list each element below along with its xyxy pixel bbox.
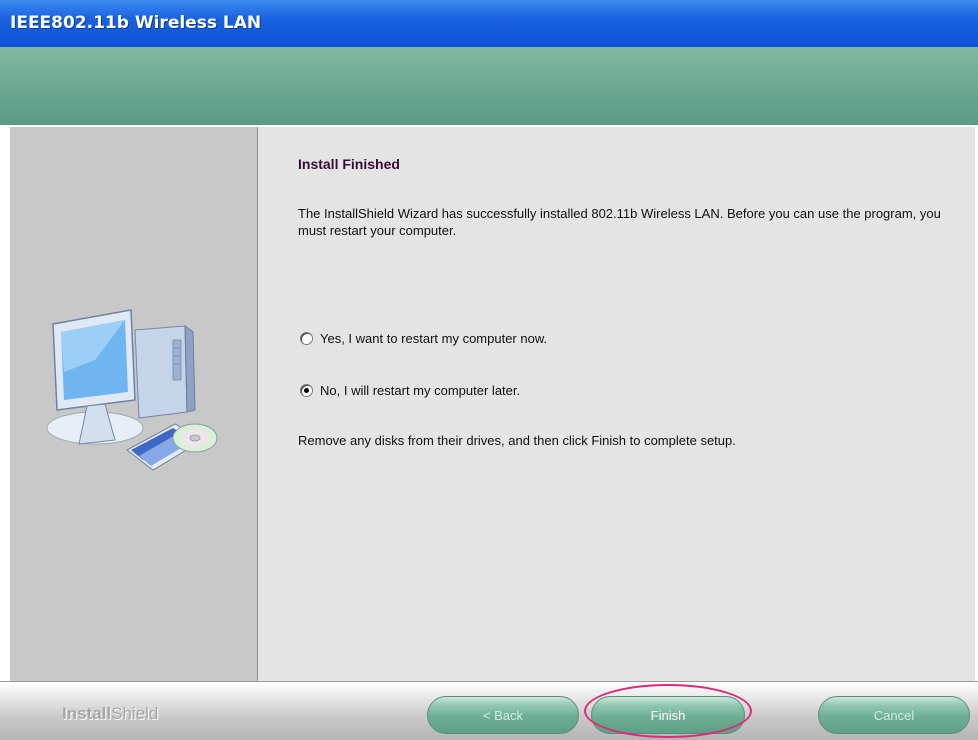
remove-disks-note: Remove any disks from their drives, and … xyxy=(298,433,736,448)
back-button-label: < Back xyxy=(482,708,524,723)
footer-bar: InstallShield < Back Finish Cancel xyxy=(0,681,978,740)
page-heading: Install Finished xyxy=(298,156,400,172)
back-button[interactable]: < Back xyxy=(427,696,579,734)
finish-button[interactable]: Finish xyxy=(591,696,745,734)
installer-window: IEEE802.11b Wireless LAN Install Finishe… xyxy=(0,0,978,740)
restart-now-option[interactable]: Yes, I want to restart my computer now. xyxy=(300,328,547,348)
installshield-logo: InstallShield xyxy=(62,704,158,724)
window-title: IEEE802.11b Wireless LAN xyxy=(10,13,262,33)
restart-later-label: No, I will restart my computer later. xyxy=(320,382,521,398)
cancel-button-label: Cancel xyxy=(873,708,915,723)
window-left-edge xyxy=(0,127,10,681)
window-titlebar[interactable]: IEEE802.11b Wireless LAN xyxy=(0,0,978,47)
header-banner xyxy=(0,47,978,127)
install-description: The InstallShield Wizard has successfull… xyxy=(298,206,941,238)
restart-now-label: Yes, I want to restart my computer now. xyxy=(320,330,548,346)
brand-light: Shield xyxy=(111,704,159,723)
finish-button-label: Finish xyxy=(650,708,686,723)
restart-now-radio[interactable] xyxy=(300,331,313,345)
restart-later-radio[interactable] xyxy=(300,383,313,397)
cancel-button[interactable]: Cancel xyxy=(818,696,970,734)
computer-with-cd-icon xyxy=(46,309,218,471)
brand-bold: Install xyxy=(62,704,112,723)
content-area: Install Finished The InstallShield Wizar… xyxy=(258,127,975,681)
restart-later-option[interactable]: No, I will restart my computer later. xyxy=(300,380,520,400)
